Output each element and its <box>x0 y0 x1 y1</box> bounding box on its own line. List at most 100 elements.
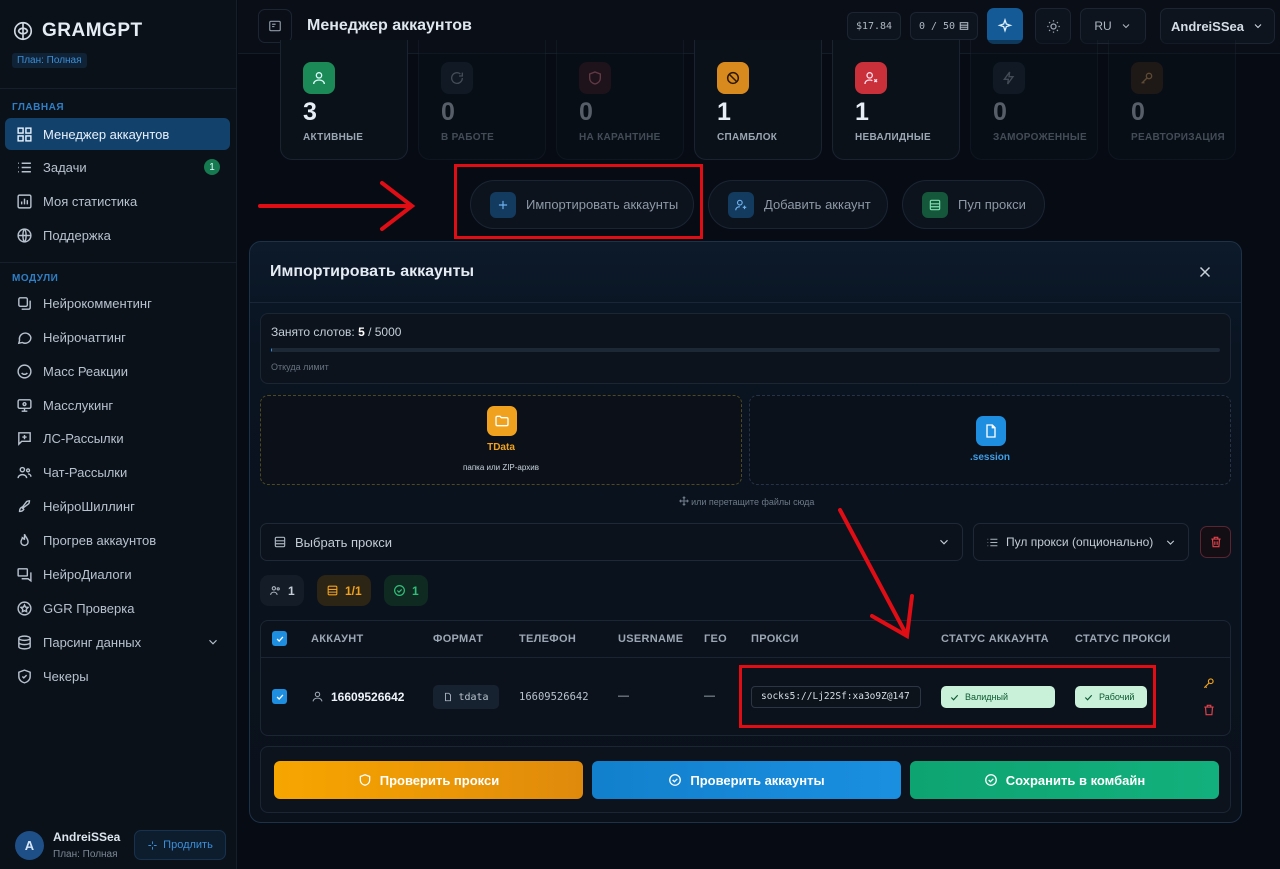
proxy-select[interactable]: Выбрать прокси <box>260 523 963 561</box>
proxy-pool-select[interactable]: Пул прокси (опционально) <box>973 523 1189 561</box>
extend-button[interactable]: Продлить <box>134 830 226 860</box>
sidebar-item-label: Чекеры <box>43 668 89 684</box>
stat-card-quarantine[interactable]: 0 НА КАРАНТИНЕ <box>556 40 684 160</box>
user-plus-icon <box>728 191 754 218</box>
import-accounts-button[interactable]: Импортировать аккаунты <box>470 180 694 229</box>
proxy-pool-button[interactable]: Пул прокси <box>902 180 1045 229</box>
sidebar-item-tasks[interactable]: Задачи 1 <box>5 151 230 183</box>
stat-card-in-work[interactable]: 0 В РАБОТЕ <box>418 40 546 160</box>
move-icon <box>678 496 689 506</box>
sidebar-item-label: Нейрокомментинг <box>43 295 152 311</box>
slots-total: / 5000 <box>368 325 402 339</box>
sidebar-item-label: Нейрочаттинг <box>43 329 126 345</box>
sidebar-item-label: Чат-Рассылки <box>43 464 128 480</box>
database-icon <box>18 634 31 650</box>
shield-icon <box>579 62 611 94</box>
user-menu[interactable]: AndreiSSea <box>1160 8 1275 44</box>
save-to-combine-button[interactable]: Сохранить в комбайн <box>910 761 1219 799</box>
limit-info-link[interactable]: Откуда лимит <box>271 362 329 372</box>
users-icon <box>270 586 280 595</box>
avatar[interactable]: A <box>15 831 44 860</box>
stat-value: 0 <box>993 98 1007 126</box>
stat-value: 1 <box>855 98 869 126</box>
select-all-checkbox[interactable] <box>272 631 287 646</box>
tasks-count-badge: 1 <box>204 159 220 175</box>
stat-card-active[interactable]: 3 АКТИВНЫЕ <box>280 40 408 160</box>
sidebar-item-support[interactable]: Поддержка <box>5 219 230 251</box>
language-select[interactable]: RU <box>1080 8 1146 44</box>
refresh-icon <box>441 62 473 94</box>
slots-chip-value: 0 / 50 <box>918 20 956 32</box>
sidebar-item-stats[interactable]: Моя статистика <box>5 185 230 217</box>
sparkle-icon <box>148 840 157 850</box>
check-accounts-label: Проверить аккаунты <box>690 772 825 788</box>
proxies-count: 1/1 <box>345 583 362 598</box>
sidebar-item-neurochatting[interactable]: Нейрочаттинг <box>5 321 230 353</box>
logo[interactable]: GRAMGPT <box>12 20 143 42</box>
extend-label: Продлить <box>163 839 213 851</box>
table-header: АККАУНТ ФОРМАТ ТЕЛЕФОН USERNAME ГЕО ПРОК… <box>261 621 1230 658</box>
tdata-dropzone[interactable]: TData папка или ZIP-архив <box>260 395 742 485</box>
stat-value: 3 <box>303 98 317 126</box>
flame-icon <box>20 533 29 546</box>
trash-icon[interactable] <box>1202 703 1216 717</box>
star-icon <box>17 600 32 616</box>
check-circle-icon <box>984 774 997 786</box>
accounts-count: 1 <box>288 583 295 598</box>
col-proxy: ПРОКСИ <box>751 633 799 645</box>
ai-assistant-button[interactable] <box>987 8 1023 44</box>
user-menu-name: AndreiSSea <box>1171 18 1244 34</box>
import-accounts-modal: Импортировать аккаунты Занято слотов: 5 … <box>249 241 1242 823</box>
sidebar-item-neurocommenting[interactable]: Нейрокомментинг <box>5 287 230 319</box>
file-icon <box>445 692 452 702</box>
row-checkbox[interactable] <box>272 689 287 704</box>
sidebar-item-dm-mailing[interactable]: ЛС-Рассылки <box>5 422 230 454</box>
sidebar-item-accounts[interactable]: Менеджер аккаунтов <box>5 118 230 150</box>
sidebar-item-mass-reactions[interactable]: Масс Реакции <box>5 355 230 387</box>
close-icon[interactable] <box>1196 263 1214 281</box>
stat-label: СПАМБЛОК <box>717 132 778 143</box>
sidebar-item-chat-mailing[interactable]: Чат-Рассылки <box>5 456 230 488</box>
slots-chip[interactable]: 0 / 50 <box>910 12 978 40</box>
check-icon <box>1084 694 1093 701</box>
menu-toggle-button[interactable] <box>258 9 292 43</box>
slots-usage-panel: Занято слотов: 5 / 5000 Откуда лимит <box>260 313 1231 384</box>
add-account-label: Добавить аккаунт <box>764 197 871 212</box>
sidebar-item-warmup[interactable]: Прогрев аккаунтов <box>5 524 230 556</box>
tdata-title: TData <box>487 442 515 453</box>
stat-label: ЗАМОРОЖЕННЫЕ <box>993 132 1087 143</box>
logo-icon <box>13 21 33 41</box>
sidebar-item-label: ЛС-Рассылки <box>43 430 124 446</box>
sidebar-item-neurodialogs[interactable]: НейроДиалоги <box>5 558 230 590</box>
sidebar-item-parsing[interactable]: Парсинг данных <box>5 626 230 658</box>
col-account: АККАУНТ <box>311 633 364 645</box>
session-dropzone[interactable]: .session <box>749 395 1231 485</box>
geo-value: — <box>704 690 715 702</box>
accounts-counter: 1 <box>260 575 304 606</box>
stat-card-frozen[interactable]: 0 ЗАМОРОЖЕННЫЕ <box>970 40 1098 160</box>
check-accounts-button[interactable]: Проверить аккаунты <box>592 761 901 799</box>
sidebar-item-label: Менеджер аккаунтов <box>43 126 170 142</box>
check-icon <box>950 694 959 701</box>
sidebar-item-ggr-check[interactable]: GGR Проверка <box>5 592 230 624</box>
key-icon[interactable] <box>1202 676 1216 690</box>
stat-value: 0 <box>1131 98 1145 126</box>
stat-card-invalid[interactable]: 1 НЕВАЛИДНЫЕ <box>832 40 960 160</box>
phone-value: 16609526642 <box>519 691 589 703</box>
slots-progress-bar <box>271 348 1220 352</box>
check-proxy-button[interactable]: Проверить прокси <box>274 761 583 799</box>
add-account-button[interactable]: Добавить аккаунт <box>708 180 888 229</box>
sidebar-item-label: Парсинг данных <box>43 634 142 650</box>
balance-chip[interactable]: $17.84 <box>847 12 901 40</box>
stat-card-spamblock[interactable]: 1 СПАМБЛОК <box>694 40 822 160</box>
stat-card-reauth[interactable]: 0 РЕАВТОРИЗАЦИЯ <box>1108 40 1236 160</box>
import-accounts-label: Импортировать аккаунты <box>526 197 679 212</box>
proxy-input[interactable]: socks5://Lj22Sf:xa3o9Z@147 <box>751 686 921 708</box>
sidebar-item-checkers[interactable]: Чекеры <box>5 660 230 692</box>
clear-button[interactable] <box>1200 526 1231 558</box>
sidebar-item-masslooking[interactable]: Масслукинг <box>5 389 230 421</box>
user-x-icon <box>855 62 887 94</box>
list-icon <box>18 162 31 172</box>
sidebar-item-neuroshilling[interactable]: НейроШиллинг <box>5 490 230 522</box>
theme-toggle-button[interactable] <box>1035 8 1071 44</box>
